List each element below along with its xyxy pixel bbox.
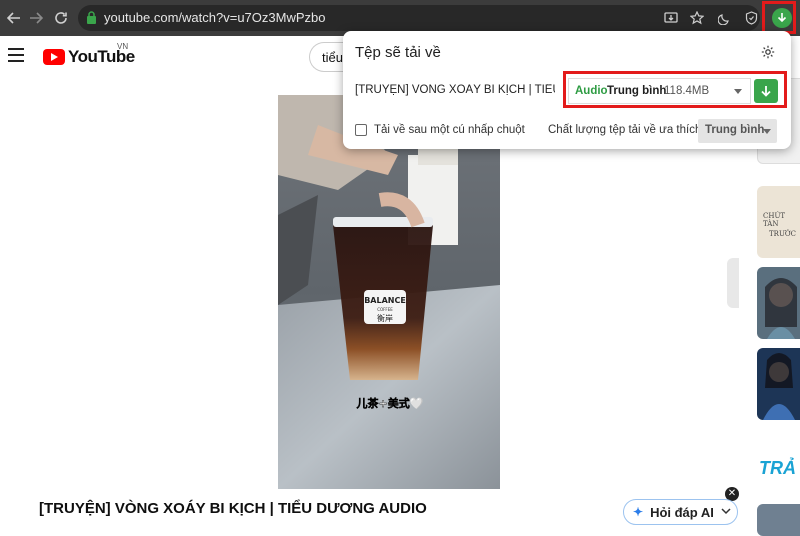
reload-icon[interactable] <box>49 6 73 30</box>
rail-thumbnail-4[interactable]: TRẢ <box>757 430 800 496</box>
preferred-quality-select[interactable]: Trung bình <box>698 119 777 143</box>
hamburger-menu-icon[interactable] <box>8 48 24 62</box>
site-info-icon[interactable] <box>86 11 97 24</box>
cup-chinese-text: 衡岸 <box>377 313 393 323</box>
dropdown-caret-icon <box>763 129 771 134</box>
video-title[interactable]: [TRUYỆN] VÒNG XOÁY BI KỊCH | TIỂU DƯƠNG … <box>39 500 427 517</box>
rail-thumbnail-3-image <box>763 353 795 420</box>
settings-gear-icon[interactable] <box>761 45 775 59</box>
chevron-down-icon <box>721 507 731 518</box>
preferred-quality-label: Chất lượng tệp tải về ưa thích <box>548 124 702 136</box>
rail-thumbnail-caption-1: CHÚT TÀN <box>763 212 786 228</box>
address-bar[interactable]: youtube.com/watch?v=u7Oz3MwPzbo <box>78 5 760 31</box>
sparkle-icon: ✦ <box>633 505 644 519</box>
dark-mode-moon-icon[interactable] <box>715 9 733 27</box>
url-text[interactable]: youtube.com/watch?v=u7Oz3MwPzbo <box>104 10 325 25</box>
rail-thumbnail-5[interactable] <box>757 504 800 536</box>
cup-brand-text: BALANCE <box>364 296 406 305</box>
rail-thumbnail-2-image <box>765 278 797 339</box>
youtube-logo[interactable]: YouTube VN <box>43 42 135 67</box>
preferred-quality-value: Trung bình <box>705 124 765 136</box>
one-click-label[interactable]: Tải về sau một cú nhấp chuột <box>374 124 525 136</box>
arrow-left-icon[interactable] <box>2 6 26 30</box>
region-code: VN <box>117 42 129 51</box>
quality-highlight-box <box>563 71 787 108</box>
extension-highlight-box <box>762 1 796 34</box>
video-player[interactable]: BALANCE COFFEE 衡岸 儿茶+美式🤍 <box>278 95 500 489</box>
video-caption: 儿茶+美式🤍 <box>356 396 424 410</box>
ask-ai-button[interactable]: ✦ Hỏi đáp AI <box>623 499 738 525</box>
cup-sub-text: COFFEE <box>377 307 393 312</box>
install-app-icon[interactable] <box>662 9 680 27</box>
rail-thumbnail-caption-2: TRƯỚC <box>769 230 796 238</box>
youtube-play-icon <box>43 49 65 65</box>
rail-thumbnail-3[interactable] <box>757 348 800 420</box>
shield-extension-icon[interactable] <box>742 9 760 27</box>
side-panel-handle[interactable] <box>727 258 739 308</box>
rail-thumbnail-4-text: TRẢ <box>759 458 796 478</box>
bookmark-star-icon[interactable] <box>688 9 706 27</box>
file-name: [TRUYỆN] VÒNG XOÁY BI KỊCH | TIỂU D... <box>355 84 555 96</box>
popup-title: Tệp sẽ tải về <box>355 44 441 61</box>
rail-thumbnail-2[interactable] <box>757 267 800 339</box>
arrow-right-icon[interactable] <box>24 6 48 30</box>
one-click-checkbox[interactable] <box>355 124 367 136</box>
video-frame: BALANCE COFFEE 衡岸 儿茶+美式🤍 <box>278 95 500 489</box>
ask-ai-label: Hỏi đáp AI <box>650 504 714 520</box>
rail-thumbnail-1[interactable]: CHÚT TÀN TRƯỚC <box>757 186 800 258</box>
